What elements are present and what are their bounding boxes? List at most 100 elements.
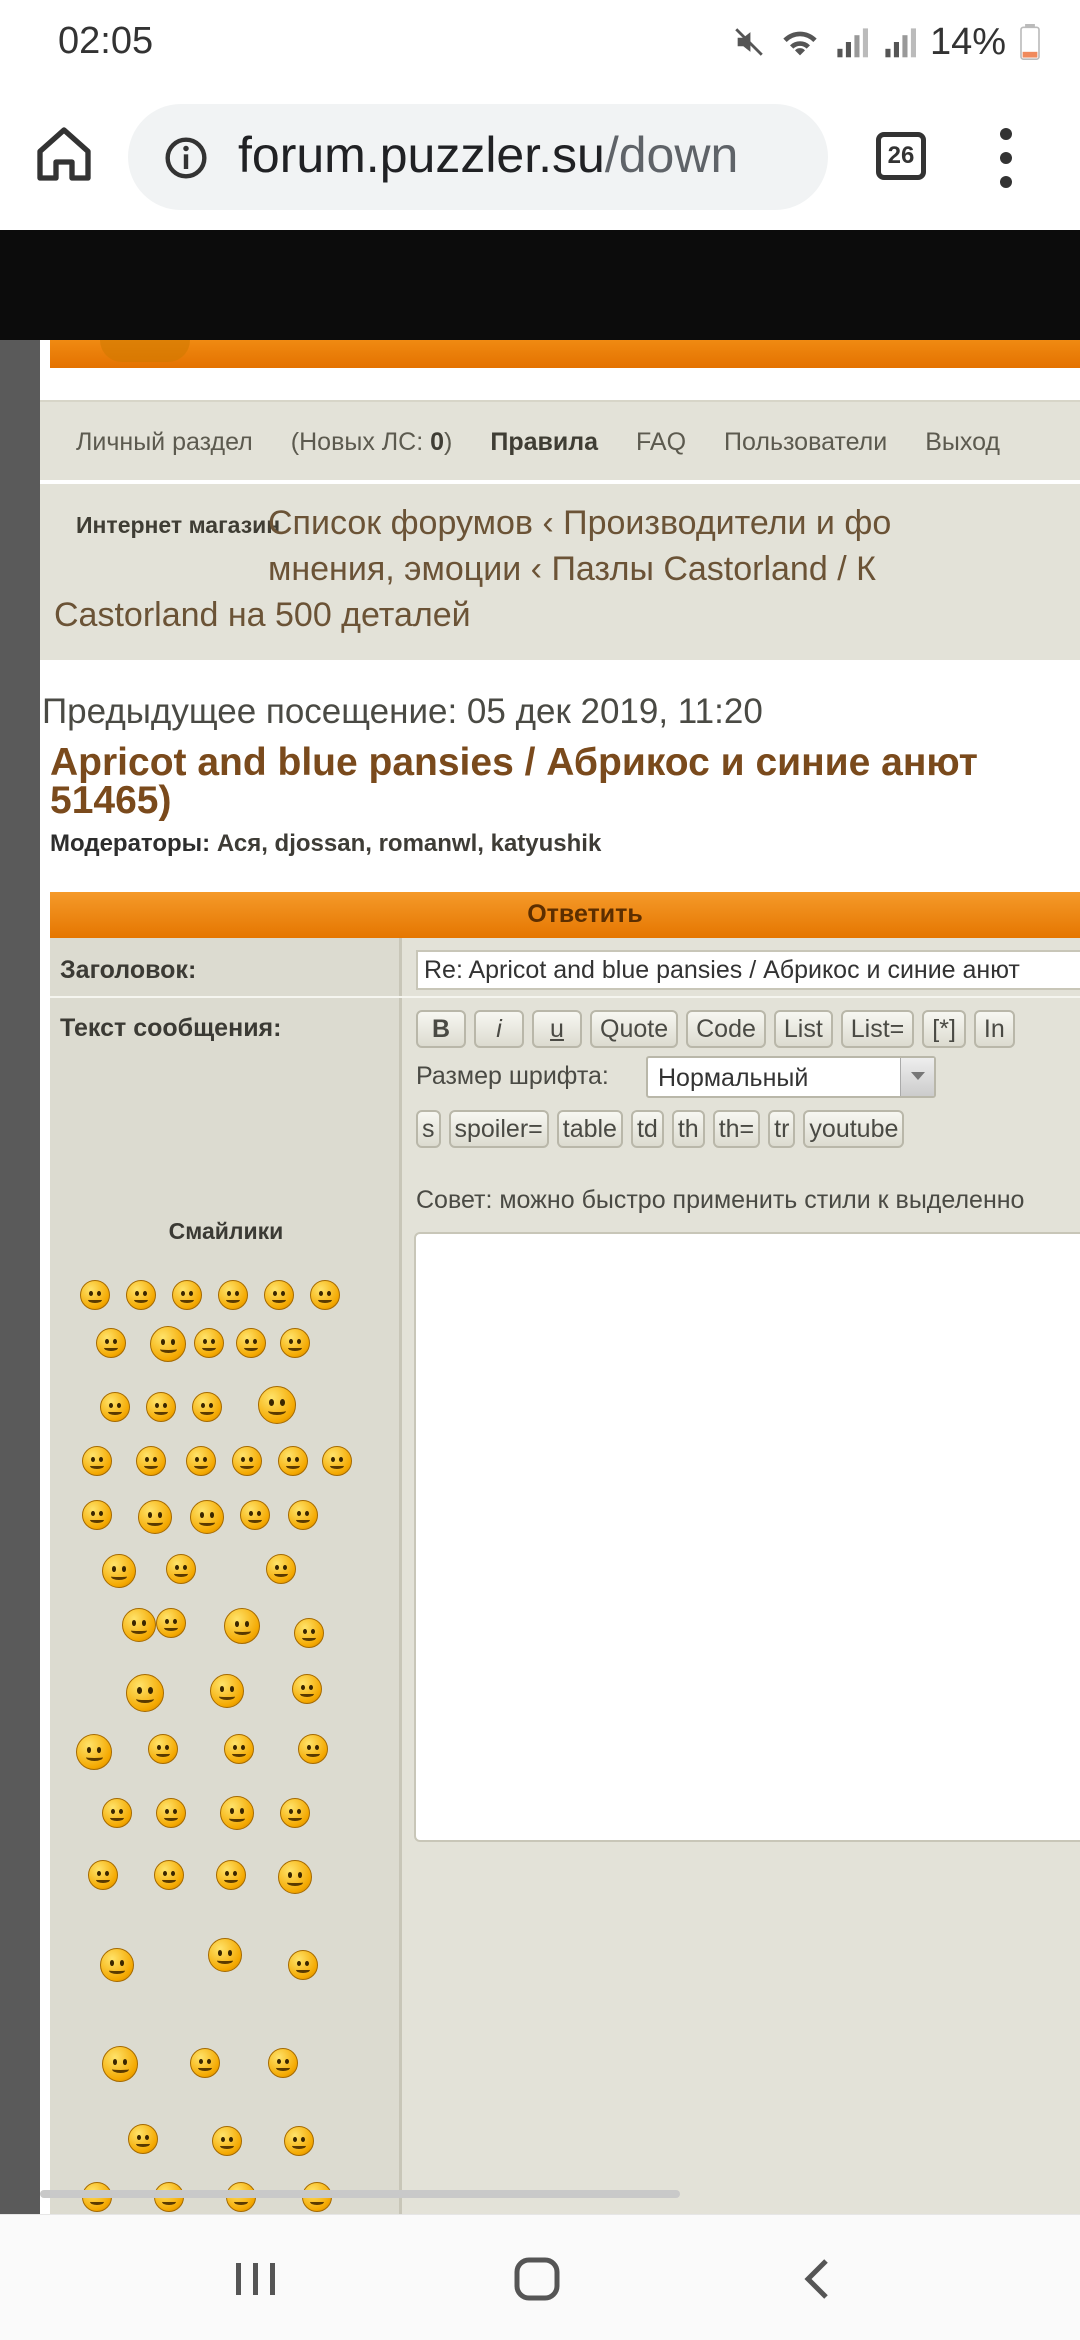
code-button[interactable]: Code [686,1010,766,1048]
smiley-icon[interactable] [294,1618,324,1648]
table-button[interactable]: table [556,1110,623,1148]
smiley-icon[interactable] [102,1554,136,1588]
overflow-menu-icon[interactable] [996,128,1016,188]
smiley-icon[interactable] [224,1608,260,1644]
smiley-icon[interactable] [280,1328,310,1358]
topic-title[interactable]: Apricot and blue pansies / Абрикос и син… [50,743,1080,820]
smiley-icon[interactable] [190,1500,224,1534]
smiley-icon[interactable] [232,1446,262,1476]
smiley-icon[interactable] [278,1446,308,1476]
smiley-icon[interactable] [210,1674,244,1708]
smiley-icon[interactable] [288,1500,318,1530]
smiley-icon[interactable] [166,1554,196,1584]
spoiler-button[interactable]: spoiler= [448,1110,549,1148]
smiley-icon[interactable] [172,1280,202,1310]
smiley-icon[interactable] [126,1674,164,1712]
smiley-icon[interactable] [322,1446,352,1476]
quote-button[interactable]: Quote [590,1010,679,1048]
smiley-icon[interactable] [128,2124,158,2154]
smiley-icon[interactable] [216,1860,246,1890]
recent-apps-icon[interactable] [156,2215,356,2340]
smiley-icon[interactable] [284,2126,314,2156]
list-button[interactable]: List [773,1010,833,1048]
back-icon[interactable] [720,2215,920,2340]
nav-rules[interactable]: Правила [490,428,598,457]
info-icon[interactable] [164,136,208,180]
smiley-icon[interactable] [82,1446,112,1476]
smiley-icon[interactable] [192,1392,222,1422]
tab-switcher-button[interactable]: 26 [876,132,926,180]
italic-button[interactable]: i [474,1010,524,1048]
smiley-icon[interactable] [96,1328,126,1358]
font-size-select[interactable]: Нормальный [646,1056,936,1098]
smiley-icon[interactable] [208,1938,242,1972]
smiley-icon[interactable] [288,1950,318,1980]
smiley-icon[interactable] [82,1500,112,1530]
message-textarea[interactable] [414,1232,1080,1842]
smiley-icon[interactable] [146,1392,176,1422]
nav-new-pm[interactable]: (Новых ЛС: 0) [291,428,453,457]
smiley-icon[interactable] [224,1734,254,1764]
subject-input[interactable]: Re: Apricot and blue pansies / Абрикос и… [416,950,1080,990]
youtube-button[interactable]: youtube [803,1110,905,1148]
horizontal-scrollbar[interactable] [40,2190,680,2198]
underline-button[interactable]: u [532,1010,582,1048]
smiley-icon[interactable] [220,1796,254,1830]
smiley-icon[interactable] [88,1860,118,1890]
smiley-icon[interactable] [258,1386,296,1424]
smiley-icon[interactable] [100,1392,130,1422]
strike-button[interactable]: s [416,1110,441,1148]
smiley-icon[interactable] [280,1798,310,1828]
smiley-icon[interactable] [186,1446,216,1476]
smiley-icon[interactable] [76,1734,112,1770]
shop-link[interactable]: Интернет магазин [76,512,280,539]
smiley-icon[interactable] [122,1608,156,1642]
smiley-icon[interactable] [298,1734,328,1764]
smiley-icon[interactable] [190,2048,220,2078]
smiley-icon[interactable] [240,1500,270,1530]
smiley-icon[interactable] [126,1280,156,1310]
chevron-down-icon[interactable] [900,1058,934,1096]
smiley-icon[interactable] [278,1860,312,1894]
breadcrumb-line-1[interactable]: Список форумов ‹ Производители и фо [268,500,891,546]
smiley-icon[interactable] [310,1280,340,1310]
th-button[interactable]: th [671,1110,705,1148]
home-icon[interactable] [32,122,96,186]
th-param-button[interactable]: th= [712,1110,761,1148]
nav-faq[interactable]: FAQ [636,428,686,457]
nav-personal[interactable]: Личный раздел [76,428,253,457]
smiley-icon[interactable] [138,1500,172,1534]
breadcrumb-line-3[interactable]: Castorland на 500 деталей [54,592,471,638]
smiley-icon[interactable] [292,1674,322,1704]
smiley-icon[interactable] [148,1734,178,1764]
img-button[interactable]: In [973,1010,1015,1048]
smiley-icon[interactable] [100,1948,134,1982]
tr-button[interactable]: tr [768,1110,796,1148]
smiley-icon[interactable] [102,1798,132,1828]
smiley-icon[interactable] [194,1328,224,1358]
td-button[interactable]: td [630,1110,664,1148]
smiley-icon[interactable] [154,1860,184,1890]
bold-button[interactable]: B [416,1010,466,1048]
smiley-icon[interactable] [102,2046,138,2082]
smiley-icon[interactable] [236,1328,266,1358]
smiley-icon[interactable] [212,2126,242,2156]
nav-users[interactable]: Пользователи [724,428,887,457]
smiley-icon[interactable] [218,1280,248,1310]
smiley-icon[interactable] [268,2048,298,2078]
list-item-button[interactable]: [*] [922,1010,966,1048]
smiley-mouth [144,1462,158,1469]
breadcrumb-line-2[interactable]: мнения, эмоции ‹ Пазлы Castorland / К [268,546,876,592]
smiley-icon[interactable] [266,1554,296,1584]
smiley-icon[interactable] [156,1608,186,1638]
list-ordered-button[interactable]: List= [840,1010,915,1048]
url-bar[interactable]: forum.puzzler.su/down [128,104,828,210]
smiley-icon[interactable] [264,1280,294,1310]
smiley-icon[interactable] [150,1326,186,1362]
nav-logout[interactable]: Выход [925,428,1000,457]
smiley-icon[interactable] [156,1798,186,1828]
smiley-icon[interactable] [136,1446,166,1476]
moderators-list[interactable]: Ася, djossan, romanwl, katyushik [217,830,601,857]
smiley-icon[interactable] [80,1280,110,1310]
home-nav-icon[interactable] [440,2215,640,2340]
